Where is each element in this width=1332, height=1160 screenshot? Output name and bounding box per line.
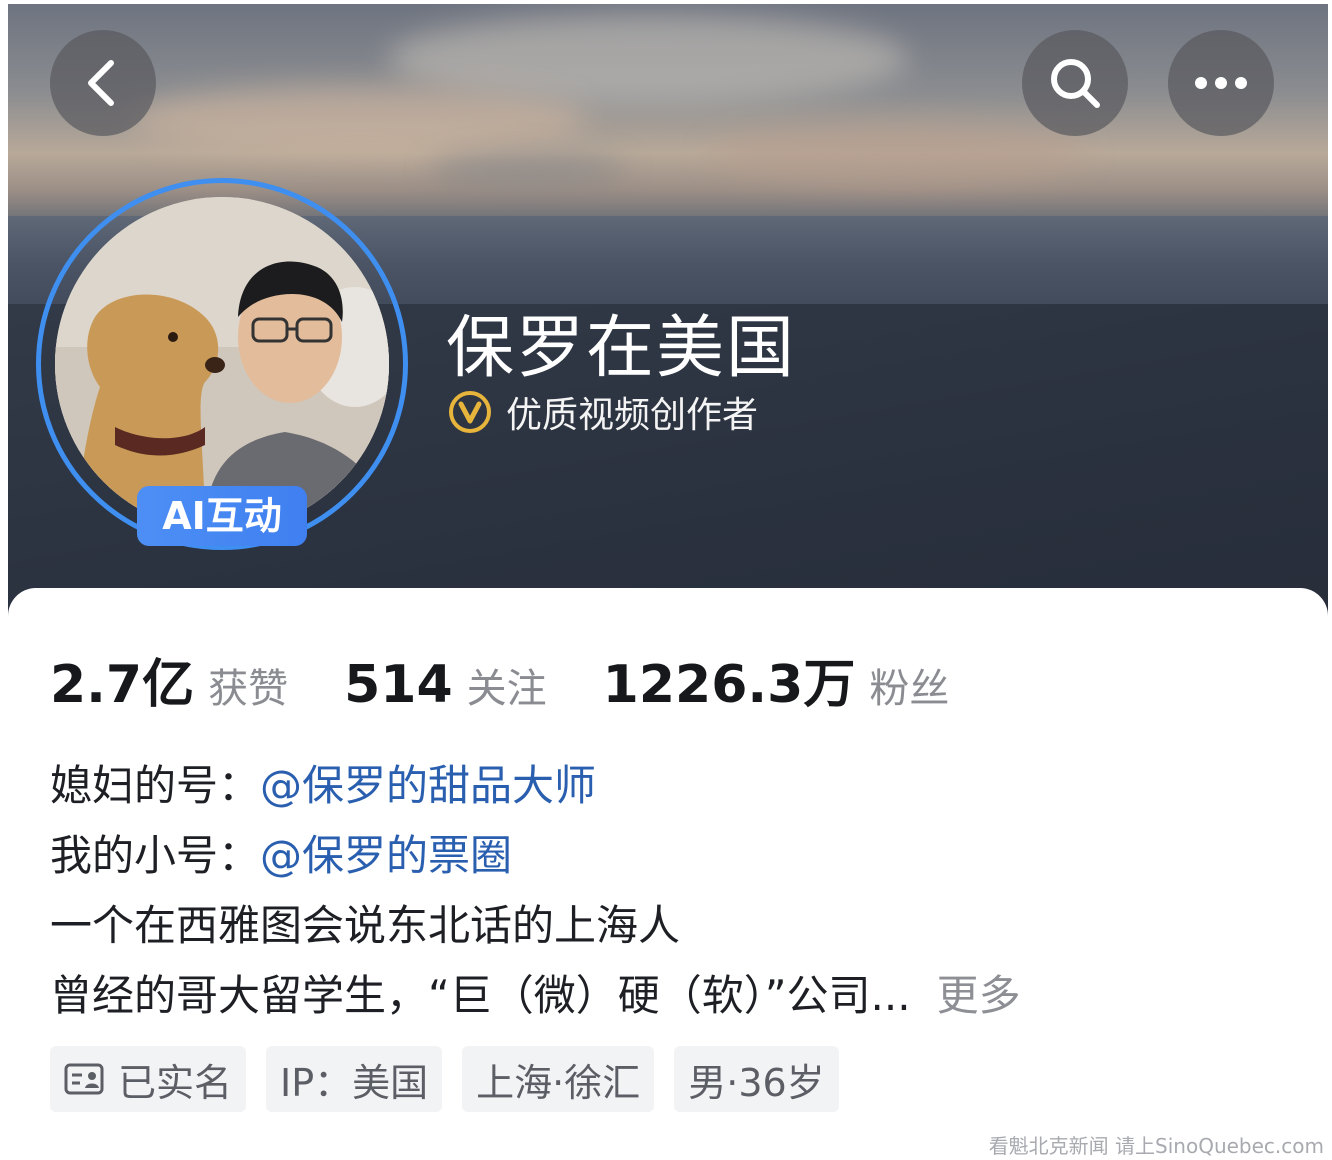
search-icon xyxy=(1051,59,1100,108)
id-card-icon xyxy=(64,1063,104,1095)
more-button[interactable] xyxy=(1168,30,1274,136)
likes-count[interactable]: 2.7亿 xyxy=(50,642,194,717)
creator-certification: 优质视频创作者 xyxy=(448,386,758,438)
mention-link-alt[interactable]: @保罗的票圈 xyxy=(260,831,512,880)
chevron-left-icon xyxy=(88,60,114,106)
more-dots-icon xyxy=(1195,77,1247,89)
tag-label: IP：美国 xyxy=(280,1060,429,1105)
search-button[interactable] xyxy=(1022,30,1128,136)
followers-count[interactable]: 1226.3万 xyxy=(603,642,856,717)
following-label[interactable]: 关注 xyxy=(467,656,547,714)
tag-label: 已实名 xyxy=(118,1060,233,1105)
tag-label: 男·36岁 xyxy=(688,1060,825,1105)
bio-prefix: 我的小号： xyxy=(50,831,261,880)
profile-tags: 已实名 IP：美国 上海·徐汇 男·36岁 xyxy=(50,1046,839,1112)
bio-line-wife-account: 媳妇的号：@保罗的甜品大师 xyxy=(50,752,596,813)
avatar[interactable] xyxy=(55,197,389,531)
back-button[interactable] xyxy=(50,30,156,136)
verified-v-icon xyxy=(449,391,491,433)
mention-link-wife[interactable]: @保罗的甜品大师 xyxy=(260,761,596,810)
bio-more-link[interactable]: 更多 xyxy=(937,971,1021,1020)
bio-text: 曾经的哥大留学生，“巨（微）硬（软）”公司... xyxy=(50,971,911,1020)
bio-line-background: 曾经的哥大留学生，“巨（微）硬（软）”公司... 更多 xyxy=(50,962,1021,1023)
bio-prefix: 媳妇的号： xyxy=(50,761,261,810)
ai-interaction-badge[interactable]: AI互动 xyxy=(137,486,307,546)
tag-label: 上海·徐汇 xyxy=(476,1060,641,1105)
certification-label: 优质视频创作者 xyxy=(506,395,759,436)
followers-label[interactable]: 粉丝 xyxy=(869,656,949,714)
tag-ip-location: IP：美国 xyxy=(266,1046,443,1112)
tag-hometown[interactable]: 上海·徐汇 xyxy=(462,1046,655,1112)
likes-label[interactable]: 获赞 xyxy=(208,656,288,714)
tag-gender-age: 男·36岁 xyxy=(674,1046,839,1112)
profile-stats: 2.7亿 获赞 514 关注 1226.3万 粉丝 xyxy=(50,642,1005,717)
watermark-text: 看魁北克新闻 请上SinoQuebec.com xyxy=(988,1134,1324,1158)
following-count[interactable]: 514 xyxy=(344,655,453,715)
tag-real-name-verified: 已实名 xyxy=(50,1046,247,1112)
bio-line-intro: 一个在西雅图会说东北话的上海人 xyxy=(50,901,681,950)
avatar-photo xyxy=(55,197,389,531)
bio-line-alt-account: 我的小号：@保罗的票圈 xyxy=(50,822,512,883)
profile-name: 保罗在美国 xyxy=(446,309,797,388)
